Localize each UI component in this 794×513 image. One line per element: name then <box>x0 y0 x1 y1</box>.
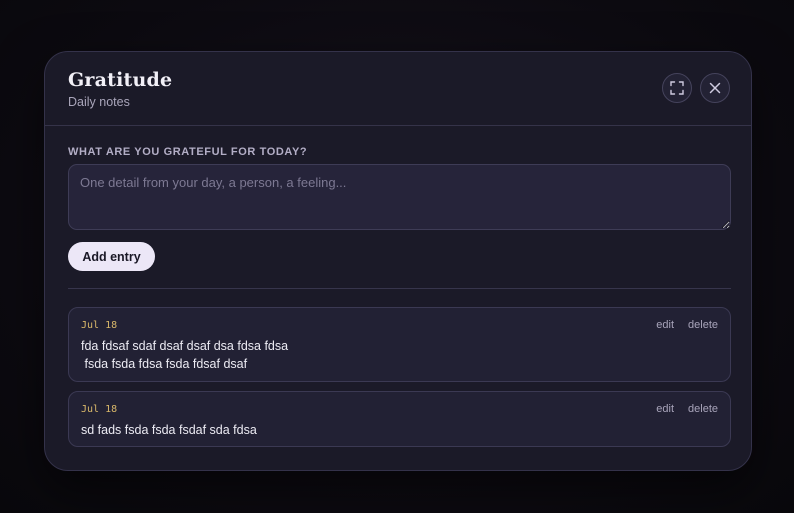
modal-title: Gratitude <box>68 69 173 91</box>
modal-subtitle: Daily notes <box>68 95 130 109</box>
entry-text: fda fdsaf sdaf dsaf dsaf dsa fdsa fdsa f… <box>81 339 289 371</box>
entry-date: Jul 18 <box>81 404 118 415</box>
edit-entry-link[interactable]: edit <box>656 403 674 415</box>
entry-date: Jul 18 <box>81 320 118 331</box>
entry-card: Jul 18 edit delete sd fads fsda fsda fsda… <box>68 391 731 447</box>
entry-text: sd fads fsda fsda fsdaf sda fdsa <box>81 423 257 437</box>
gratitude-modal: Gratitude Daily notes WHAT ARE YOU GRATE… <box>44 51 752 471</box>
expand-icon <box>670 81 684 95</box>
gratitude-entry-input[interactable] <box>68 164 731 230</box>
modal-header: Gratitude Daily notes <box>45 52 751 126</box>
edit-entry-link[interactable]: edit <box>656 319 674 331</box>
section-divider <box>68 288 731 289</box>
delete-entry-link[interactable]: delete <box>688 403 718 415</box>
delete-entry-link[interactable]: delete <box>688 319 718 331</box>
gratitude-prompt-label: WHAT ARE YOU GRATEFUL FOR TODAY? <box>68 146 308 158</box>
close-icon <box>709 82 721 94</box>
add-entry-button[interactable]: Add entry <box>68 242 155 271</box>
entry-actions: edit delete <box>656 319 718 331</box>
close-button[interactable] <box>700 73 730 103</box>
entry-card: Jul 18 edit delete fda fdsaf sdaf dsaf ds… <box>68 307 731 382</box>
expand-button[interactable] <box>662 73 692 103</box>
entry-actions: edit delete <box>656 403 718 415</box>
